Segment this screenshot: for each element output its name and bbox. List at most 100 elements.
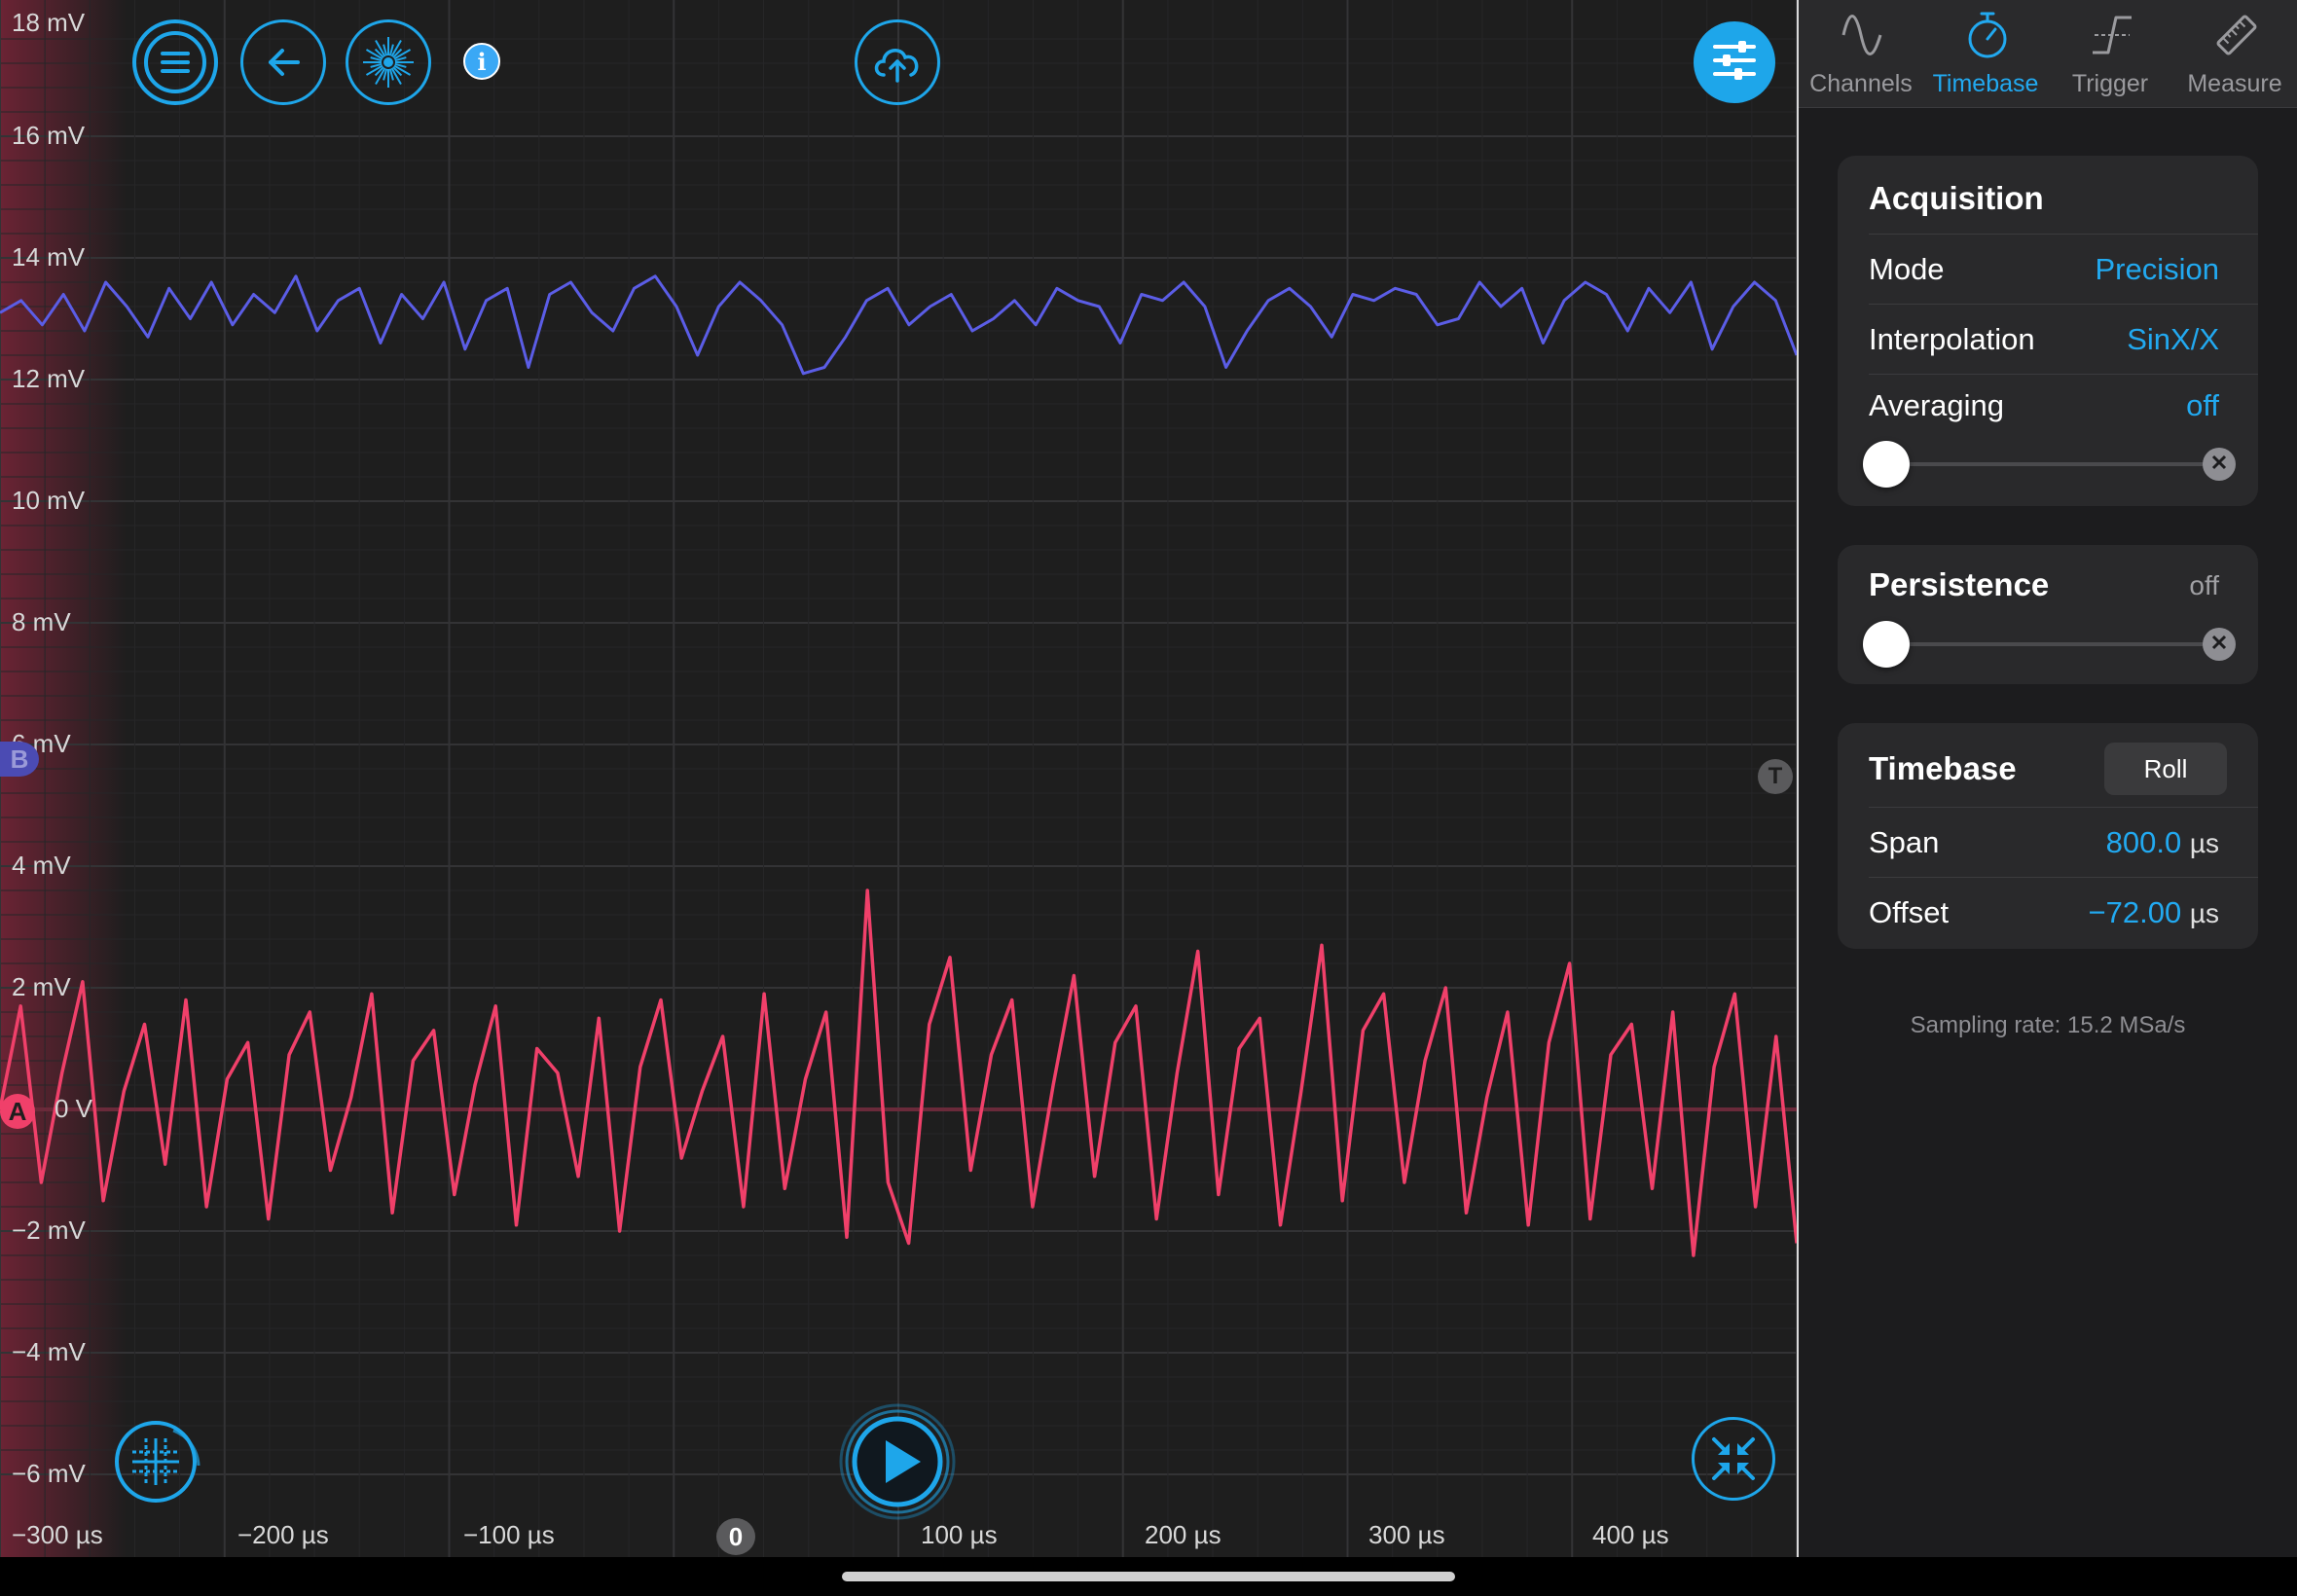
grid-crosshair-icon — [113, 1421, 206, 1514]
x-tick-label: −200 µs — [237, 1520, 329, 1549]
cloud-upload-icon — [868, 38, 927, 87]
persistence-slider[interactable] — [1867, 642, 2221, 646]
x-tick-label: 400 µs — [1592, 1520, 1669, 1549]
y-tick-label: 10 mV — [12, 486, 86, 515]
sliders-icon — [1707, 33, 1762, 92]
y-tick-label: 16 mV — [12, 121, 86, 150]
y-tick-label: −6 mV — [12, 1459, 86, 1488]
x-tick-label: 200 µs — [1145, 1520, 1221, 1549]
home-indicator — [842, 1572, 1455, 1581]
info-button[interactable]: i — [463, 43, 500, 80]
trigger-marker-label: T — [1768, 763, 1783, 789]
y-tick-label: 14 mV — [12, 242, 86, 272]
channel-b-marker-label: B — [10, 744, 29, 774]
mode-row[interactable]: Mode Precision — [1869, 234, 2258, 303]
mode-value[interactable]: Precision — [2096, 252, 2220, 287]
sampling-rate-text: Sampling rate: 15.2 MSa/s — [1910, 1012, 2186, 1038]
starburst-icon — [357, 31, 419, 93]
roll-button[interactable]: Roll — [2104, 743, 2227, 795]
settings-button[interactable] — [1694, 21, 1775, 103]
y-tick-label: 8 mV — [12, 607, 71, 636]
oscilloscope-plot[interactable]: 18 mV 16 mV 14 mV 12 mV 10 mV 8 mV 6 mV … — [0, 0, 1797, 1557]
run-stop-button[interactable] — [837, 1401, 958, 1522]
persistence-value: off — [2189, 570, 2219, 600]
averaging-slider-knob[interactable] — [1863, 441, 1910, 488]
hamburger-menu-icon — [141, 28, 209, 96]
span-label: Span — [1869, 825, 1940, 859]
y-tick-label: 2 mV — [12, 972, 71, 1001]
timebase-card: Timebase Roll Span 800.0 µs Offset −72.0… — [1838, 723, 2258, 949]
persistence-slider-knob[interactable] — [1863, 621, 1910, 668]
upload-button[interactable] — [855, 19, 940, 105]
span-value-field[interactable]: 800.0 µs — [2106, 825, 2219, 860]
tab-measure[interactable]: Measure — [2172, 0, 2297, 107]
x-tick-label: −300 µs — [12, 1520, 103, 1549]
interpolation-value[interactable]: SinX/X — [2127, 322, 2219, 357]
tab-label: Trigger — [2071, 70, 2149, 97]
settings-panel: Channels Timebase Trigger Measure Acquis… — [1799, 0, 2297, 1557]
tab-trigger[interactable]: Trigger — [2048, 0, 2172, 107]
compress-arrows-icon — [1706, 1432, 1761, 1486]
span-value: 800.0 — [2105, 825, 2182, 859]
trigger-edge-icon — [2093, 16, 2132, 54]
stopwatch-icon — [1968, 12, 2007, 58]
interpolation-label: Interpolation — [1869, 322, 2035, 356]
averaging-label: Averaging — [1869, 388, 2005, 422]
persistence-clear-button[interactable] — [2203, 628, 2236, 661]
tab-channels[interactable]: Channels — [1799, 0, 1923, 107]
span-unit: µs — [2189, 828, 2219, 858]
offset-unit: µs — [2189, 898, 2219, 928]
x-tick-label: 300 µs — [1368, 1520, 1445, 1549]
interpolation-row[interactable]: Interpolation SinX/X — [1869, 304, 2258, 373]
close-icon — [2211, 454, 2227, 475]
tab-label: Channels — [1809, 70, 1913, 97]
info-icon: i — [477, 47, 487, 76]
averaging-slider[interactable] — [1867, 462, 2221, 466]
y-tick-label: −4 mV — [12, 1337, 86, 1366]
mode-label: Mode — [1869, 252, 1945, 286]
channel-a-marker-label: A — [8, 1096, 27, 1126]
zero-time-marker-label: 0 — [728, 1521, 744, 1551]
fullscreen-toggle-button[interactable] — [1692, 1417, 1775, 1501]
channel-a-marker[interactable]: A — [0, 1094, 35, 1129]
y-tick-label: 4 mV — [12, 851, 71, 880]
persistence-title: Persistence — [1869, 566, 2050, 602]
sine-wave-icon — [1841, 15, 1882, 55]
acquisition-card: Acquisition Mode Precision Interpolation… — [1838, 156, 2258, 506]
averaging-clear-button[interactable] — [2203, 448, 2236, 481]
tab-label: Measure — [2187, 70, 2282, 97]
averaging-row[interactable]: Averaging off — [1869, 374, 2258, 433]
ruler-icon — [2216, 15, 2257, 55]
offset-value-field[interactable]: −72.00 µs — [2089, 895, 2219, 930]
y-tick-label: 0 V — [55, 1094, 93, 1123]
y-tick-label: 12 mV — [12, 364, 86, 393]
y-tick-label: −2 mV — [12, 1215, 86, 1245]
menu-button[interactable] — [132, 19, 218, 105]
play-icon — [837, 1403, 958, 1526]
persistence-card: Persistence off — [1838, 545, 2258, 684]
channel-a-baseline — [0, 1107, 1797, 1111]
offset-row[interactable]: Offset −72.00 µs — [1869, 877, 2258, 946]
timebase-title: Timebase — [1869, 750, 2017, 786]
grid-button[interactable] — [113, 1417, 202, 1506]
waveform-canvas[interactable] — [0, 0, 1797, 1557]
offset-value: −72.00 — [2088, 895, 2182, 929]
plot-grid — [0, 0, 1797, 1557]
zero-time-marker[interactable]: 0 — [716, 1518, 755, 1555]
averaging-value: off — [2186, 388, 2219, 422]
y-tick-label: 18 mV — [12, 8, 86, 37]
close-icon — [2211, 635, 2227, 655]
span-row[interactable]: Span 800.0 µs — [1869, 807, 2258, 876]
trigger-marker[interactable]: T — [1758, 759, 1793, 794]
arrow-left-icon — [259, 38, 308, 87]
acquisition-title: Acquisition — [1869, 180, 2044, 216]
tab-timebase[interactable]: Timebase — [1923, 0, 2048, 107]
tab-label: Timebase — [1932, 70, 2039, 97]
offset-label: Offset — [1869, 895, 1950, 929]
roll-button-label: Roll — [2143, 753, 2188, 783]
channel-b-marker[interactable]: B — [0, 742, 39, 777]
x-tick-label: −100 µs — [463, 1520, 555, 1549]
back-button[interactable] — [240, 19, 326, 105]
display-mode-button[interactable] — [346, 19, 431, 105]
tab-bar: Channels Timebase Trigger Measure — [1799, 0, 2297, 108]
